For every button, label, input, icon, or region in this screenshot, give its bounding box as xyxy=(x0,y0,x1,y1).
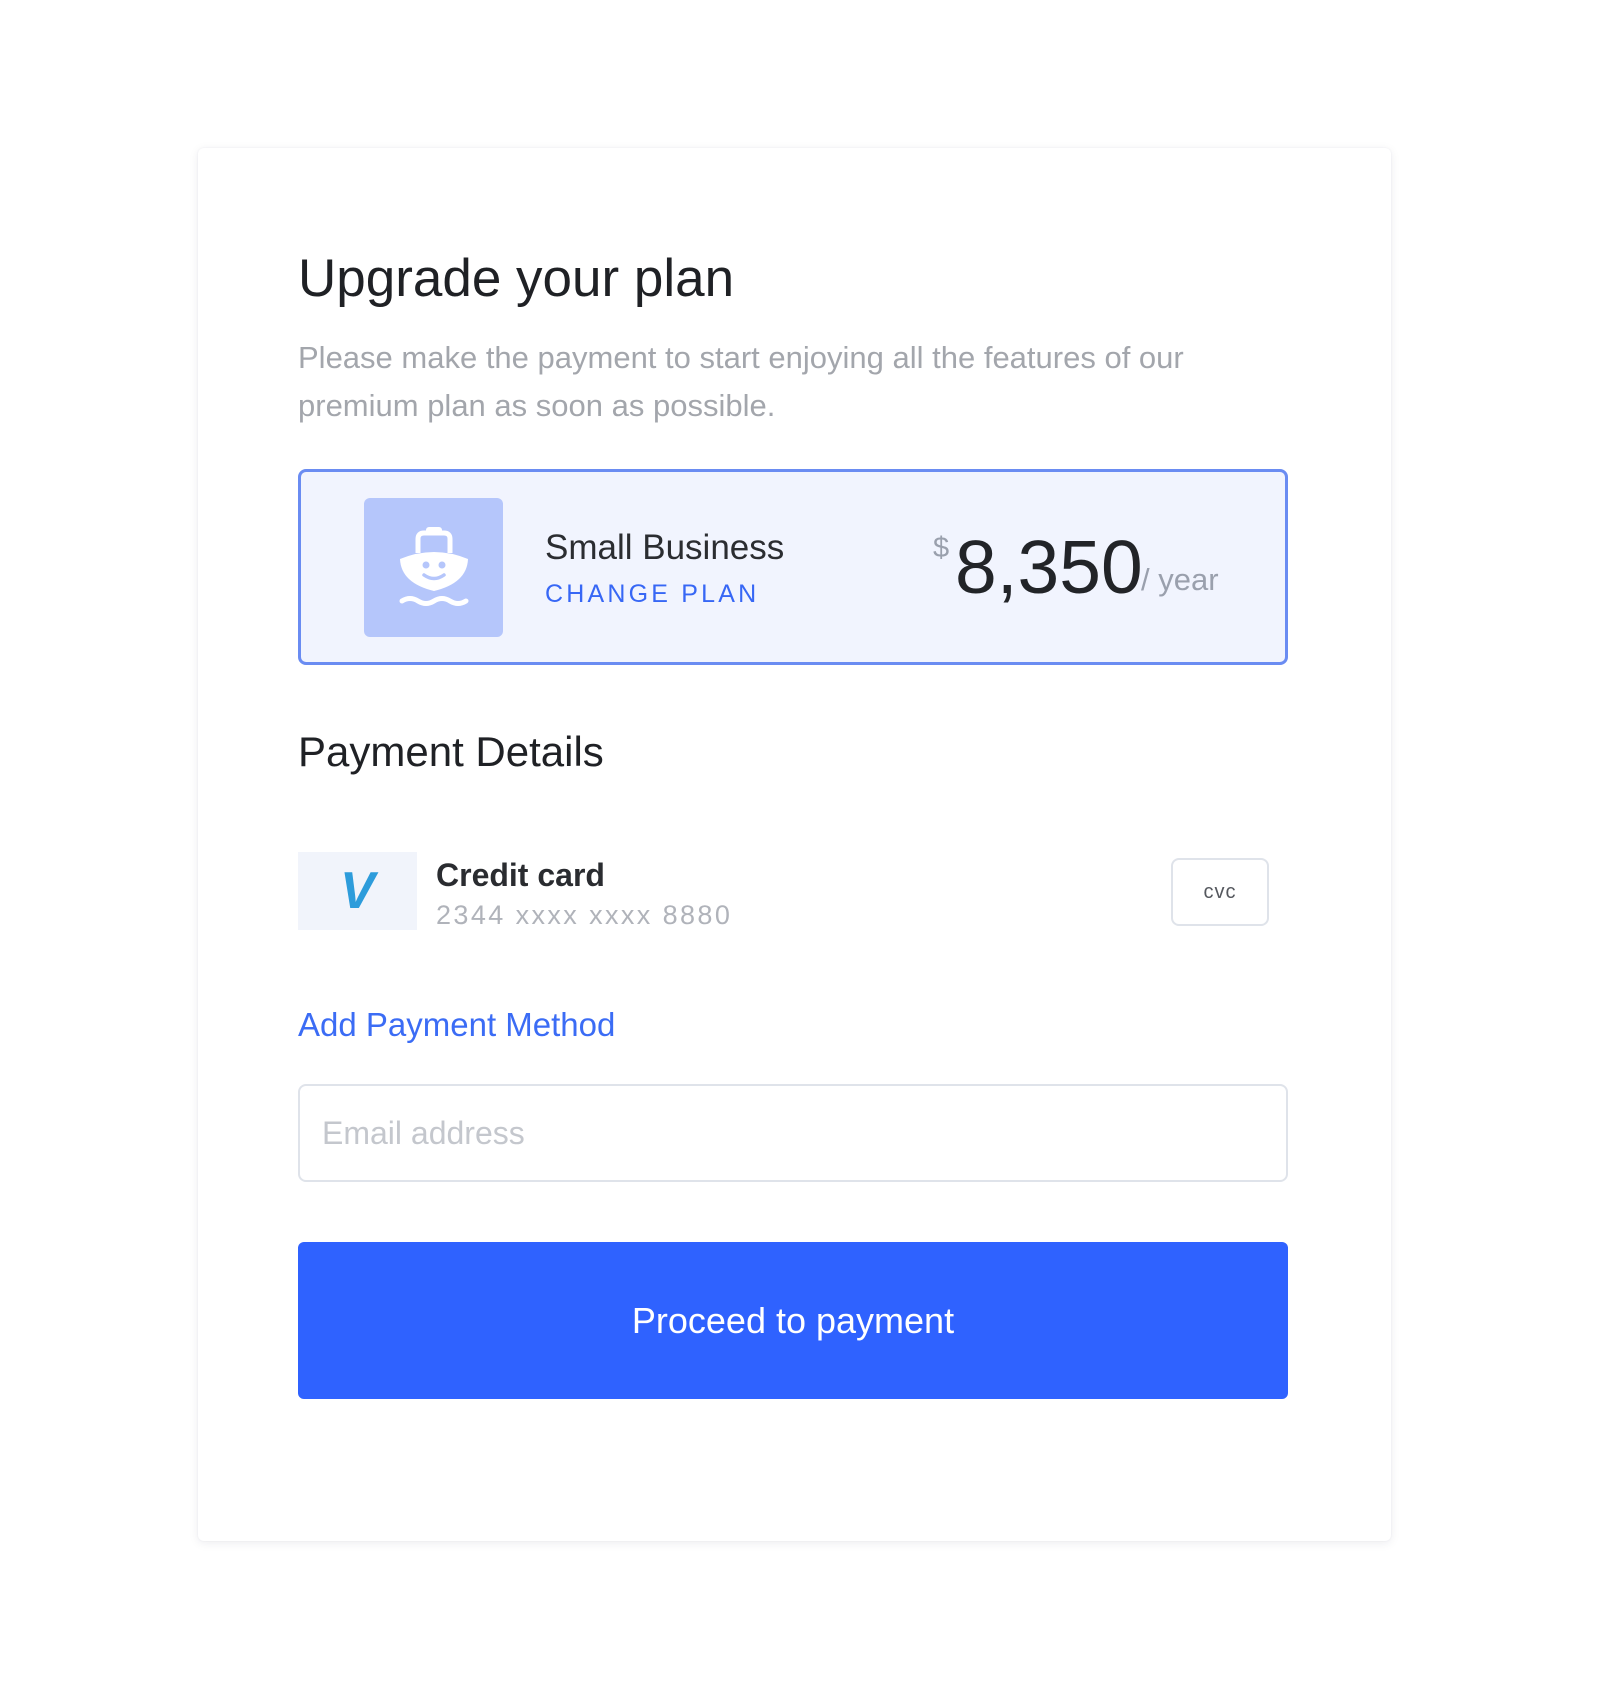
card-number: 2344 xxxx xxxx 8880 xyxy=(436,900,733,930)
page-title: Upgrade your plan xyxy=(298,249,735,308)
visa-logo-icon: V xyxy=(340,862,375,920)
payment-details-title: Payment Details xyxy=(298,728,604,775)
ship-icon xyxy=(399,527,469,606)
payment-method-name: Credit card xyxy=(436,857,605,893)
add-payment-method-link[interactable]: Add Payment Method xyxy=(298,1005,615,1045)
card-brand-logo: V xyxy=(298,852,417,930)
email-field[interactable] xyxy=(298,1084,1288,1182)
plan-name: Small Business xyxy=(545,528,785,567)
proceed-to-payment-button[interactable]: Proceed to payment xyxy=(298,1242,1288,1399)
price-currency: $ xyxy=(933,532,950,564)
price-amount: 8,350 xyxy=(955,525,1143,609)
price-period: / year xyxy=(1141,562,1219,597)
plan-icon-tile xyxy=(364,498,503,637)
change-plan-link[interactable]: CHANGE PLAN xyxy=(545,578,759,610)
cvc-input[interactable] xyxy=(1171,858,1269,926)
page-subtitle: Please make the payment to start enjoyin… xyxy=(298,340,1184,423)
